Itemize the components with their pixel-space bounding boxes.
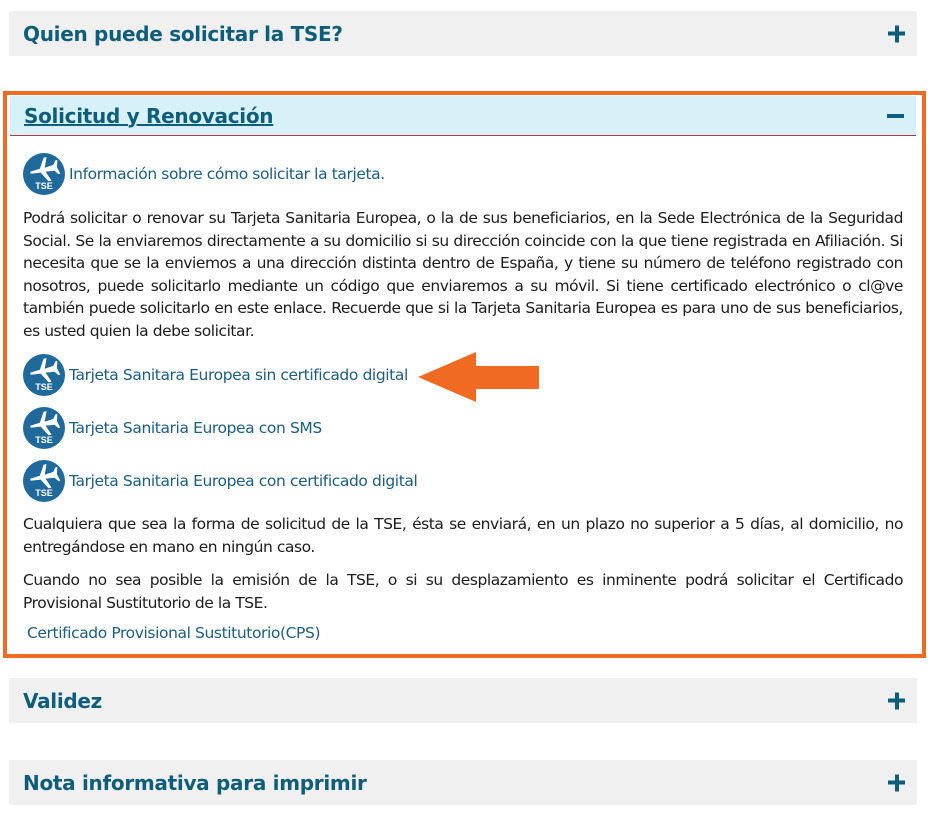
tse-airplane-icon: TSE (23, 460, 65, 502)
accordion-title: Validez (23, 688, 103, 713)
accordion-solicitud-renovacion[interactable]: Solicitud y Renovación (10, 96, 916, 136)
tse-airplane-icon: TSE (23, 354, 65, 396)
link-label[interactable]: Tarjeta Sanitara Europea sin certificado… (69, 366, 408, 384)
accordion-title[interactable]: Solicitud y Renovación (24, 104, 274, 128)
svg-text:TSE: TSE (35, 181, 53, 191)
tse-airplane-icon: TSE (23, 407, 65, 449)
link-label[interactable]: Tarjeta Sanitaria Europea con SMS (69, 419, 322, 437)
link-con-sms[interactable]: TSE Tarjeta Sanitaria Europea con SMS (23, 407, 322, 449)
minus-icon[interactable] (887, 113, 904, 118)
info-link[interactable]: Información sobre cómo solicitar la tarj… (69, 165, 385, 183)
intro-paragraph: Podrá solicitar o renovar su Tarjeta San… (23, 209, 903, 340)
provisional-paragraph: Cuando no sea posible la emisión de la T… (23, 571, 903, 612)
cps-link[interactable]: Certificado Provisional Sustitutorio(CPS… (27, 624, 320, 642)
svg-text:TSE: TSE (35, 488, 53, 498)
accordion-validez[interactable]: Validez (9, 678, 917, 723)
plus-icon[interactable] (888, 25, 905, 42)
tse-airplane-icon: TSE (23, 153, 65, 195)
accordion-title: Nota informativa para imprimir (23, 770, 367, 795)
link-label[interactable]: Tarjeta Sanitaria Europea con certificad… (69, 472, 418, 490)
info-link-row[interactable]: TSE Información sobre cómo solicitar la … (23, 153, 385, 195)
plus-icon[interactable] (888, 692, 905, 709)
delivery-paragraph: Cualquiera que sea la forma de solicitud… (23, 515, 903, 556)
plus-icon[interactable] (888, 774, 905, 791)
accordion-title: Quien puede solicitar la TSE? (23, 21, 343, 46)
annotation-arrow-icon (418, 352, 539, 402)
link-con-certificado[interactable]: TSE Tarjeta Sanitaria Europea con certif… (23, 460, 418, 502)
svg-text:TSE: TSE (35, 435, 53, 445)
svg-text:TSE: TSE (35, 382, 53, 392)
accordion-nota-informativa[interactable]: Nota informativa para imprimir (9, 760, 917, 805)
link-sin-certificado[interactable]: TSE Tarjeta Sanitara Europea sin certifi… (23, 354, 408, 396)
accordion-quien-puede-solicitar[interactable]: Quien puede solicitar la TSE? (9, 11, 917, 56)
